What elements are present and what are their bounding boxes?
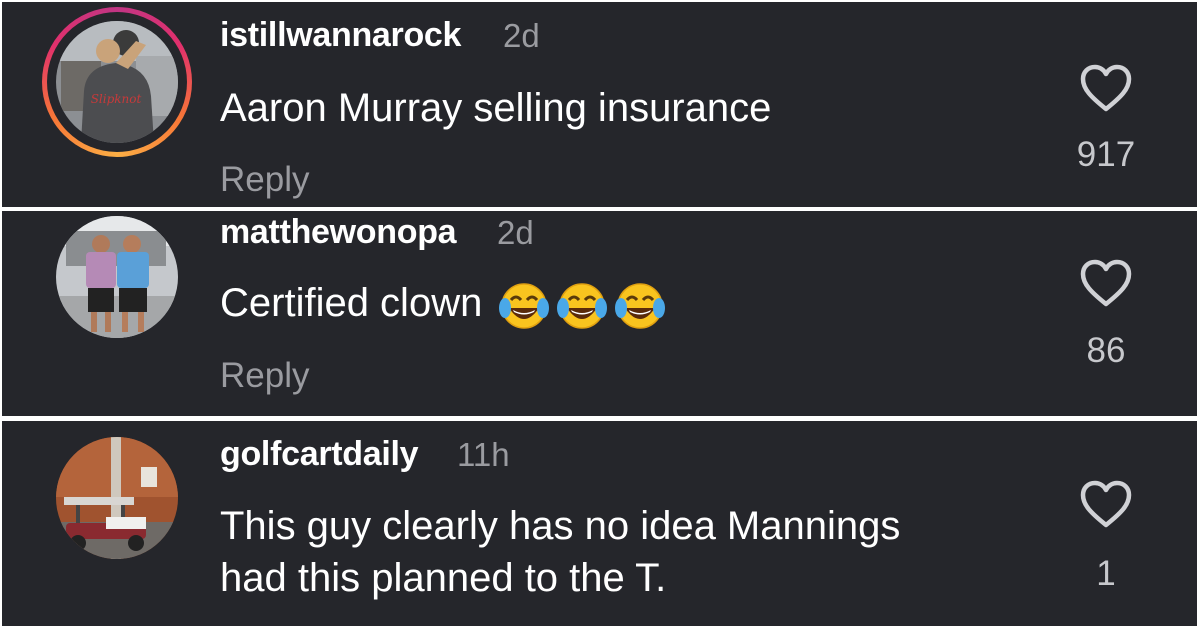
comment-item: matthewonopa 2d Certified clown Reply 86 [2,211,1197,416]
comment-text: This guy clearly has no idea Mannings ha… [220,500,900,604]
avatar[interactable] [56,437,178,559]
comment-item: golfcartdaily 11h This guy clearly has n… [2,421,1197,626]
avatar[interactable] [56,216,178,338]
face-with-tears-of-joy-icon [557,283,608,330]
reply-button[interactable]: Reply [220,356,309,396]
comment-text-content: Certified clown [220,281,483,325]
comment-text-line: This guy clearly has no idea Mannings [220,504,901,548]
heart-icon[interactable] [1079,64,1133,114]
comment-username[interactable]: istillwannarock [220,16,461,55]
like-count: 917 [1076,135,1136,174]
heart-icon[interactable] [1079,259,1133,309]
face-with-tears-of-joy-icon [499,283,550,330]
like-count: 1 [1096,554,1116,593]
avatar[interactable]: Slipknot [56,21,178,143]
comment-time: 2d [497,214,534,251]
comment-item: Slipknot istillwannarock 2d Aaron Murray… [2,2,1197,207]
like-count: 86 [1086,331,1126,370]
comment-username[interactable]: matthewonopa [220,213,457,252]
comment-time: 2d [503,17,540,54]
comment-text-line: had this planned to the T. [220,556,667,600]
face-with-tears-of-joy-icon [615,283,666,330]
avatar-shirt-text: Slipknot [91,92,142,106]
reply-button[interactable]: Reply [220,160,309,200]
comment-time: 11h [457,436,510,473]
heart-icon[interactable] [1079,480,1133,530]
comment-text: Certified clown [220,277,667,332]
comment-username[interactable]: golfcartdaily [220,435,419,474]
comment-text: Aaron Murray selling insurance [220,86,772,130]
